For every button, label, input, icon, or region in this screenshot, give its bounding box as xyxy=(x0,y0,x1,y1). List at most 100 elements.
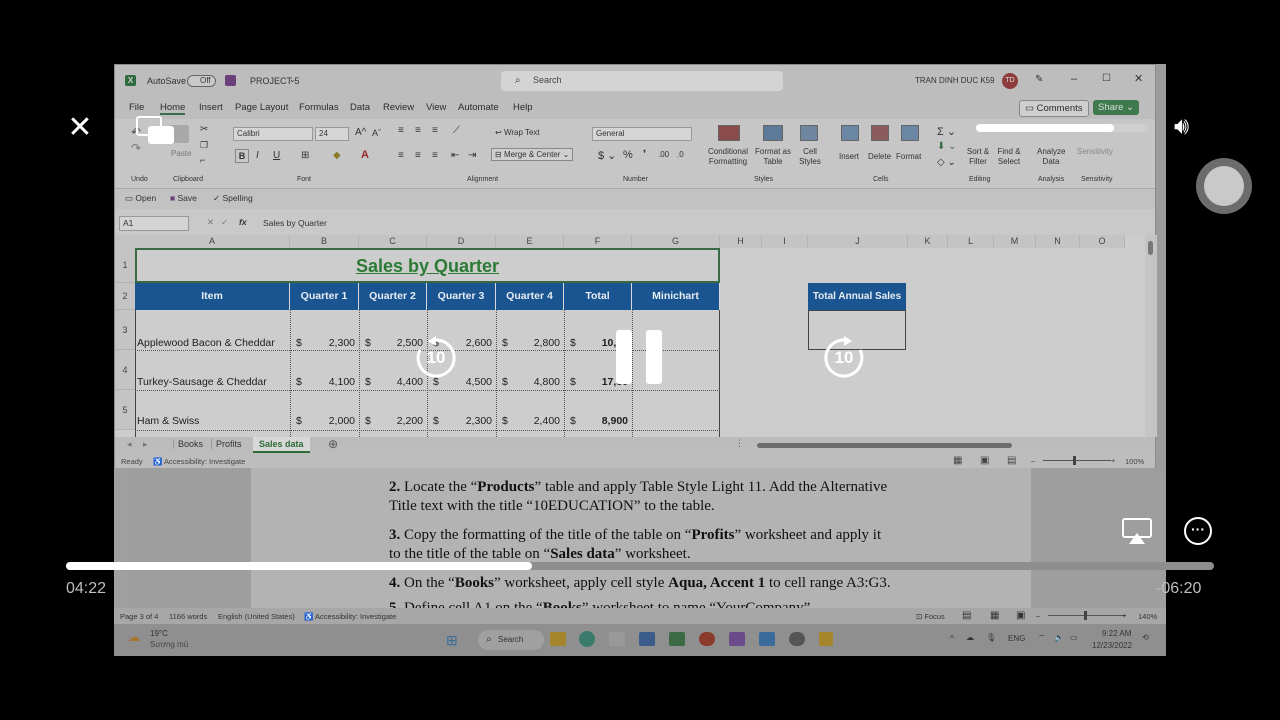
row-header-5[interactable]: 5 xyxy=(115,390,135,430)
picture-in-picture-icon[interactable] xyxy=(134,116,174,146)
col-header-g[interactable]: G xyxy=(632,235,720,248)
format-painter-icon[interactable]: ⌐ xyxy=(200,155,205,165)
decrease-indent-icon[interactable]: ⇤ xyxy=(451,150,459,161)
autosum-icon[interactable]: Σ ⌄ xyxy=(937,125,956,138)
tab-splitter-icon[interactable]: ⋮ xyxy=(735,438,744,449)
tab-home[interactable]: Home xyxy=(160,102,186,115)
close-icon[interactable]: ✕ xyxy=(66,113,94,143)
find-select-button[interactable]: Find & Select xyxy=(993,147,1025,167)
number-format-select[interactable]: General xyxy=(592,127,692,141)
align-center-icon[interactable]: ≡ xyxy=(415,150,421,161)
header-quarter-1[interactable]: Quarter 1 xyxy=(290,283,359,310)
tab-insert[interactable]: Insert xyxy=(199,102,223,113)
cell-e5[interactable]: 2,400 xyxy=(496,415,560,427)
cancel-icon[interactable]: ✕ xyxy=(207,217,214,228)
tab-view[interactable]: View xyxy=(426,102,446,113)
align-top-icon[interactable]: ≡ xyxy=(398,125,404,136)
header-quarter-4[interactable]: Quarter 4 xyxy=(496,283,564,310)
maximize-icon[interactable]: ☐ xyxy=(1102,73,1111,84)
zoom-out-icon[interactable]: – xyxy=(1031,456,1035,465)
row-header-2[interactable]: 2 xyxy=(115,283,135,310)
formula-input[interactable]: Sales by Quarter xyxy=(263,218,327,228)
airplay-button[interactable] xyxy=(1122,516,1152,546)
cell-b5[interactable]: 2,000 xyxy=(290,415,355,427)
volume-icon[interactable]: 🔊︎ xyxy=(1174,114,1189,140)
fill-icon[interactable]: ⬇ ⌄ xyxy=(937,141,957,152)
zoom-slider-handle[interactable] xyxy=(1073,456,1076,465)
tray-chevron-icon[interactable]: ^ xyxy=(950,634,954,643)
vertical-scroll-thumb[interactable] xyxy=(1148,241,1153,255)
add-sheet-icon[interactable]: ⊕ xyxy=(328,437,338,451)
excel-app-icon[interactable] xyxy=(669,632,685,646)
horizontal-scrollbar[interactable] xyxy=(749,441,1139,449)
tab-help[interactable]: Help xyxy=(513,102,533,113)
read-mode-icon[interactable]: ▤ xyxy=(962,610,971,621)
page-layout-view-icon[interactable]: ▣ xyxy=(980,455,989,466)
zoom-slider[interactable] xyxy=(1043,460,1111,461)
file-explorer-icon[interactable] xyxy=(550,632,566,646)
sheet-title-cell[interactable]: Sales by Quarter xyxy=(135,248,720,283)
taskbar-search[interactable]: ⌕ Search xyxy=(478,630,544,650)
name-box[interactable]: A1 xyxy=(119,216,189,231)
share-button[interactable]: Share ⌄ xyxy=(1093,100,1139,115)
col-header-c[interactable]: C xyxy=(359,235,427,248)
print-layout-icon[interactable]: ▦ xyxy=(990,610,999,621)
header-minichart[interactable]: Minichart xyxy=(632,283,720,310)
qat-save-button[interactable]: ■ Save xyxy=(170,193,197,203)
col-header-k[interactable]: K xyxy=(908,235,948,248)
tab-file[interactable]: File xyxy=(129,102,144,113)
skip-back-button[interactable]: 10 xyxy=(414,336,458,380)
vscode-icon[interactable] xyxy=(759,632,775,646)
col-header-f[interactable]: F xyxy=(564,235,632,248)
close-window-icon[interactable]: ✕ xyxy=(1134,72,1143,85)
fill-color-icon[interactable]: ◆ xyxy=(333,150,341,161)
onedrive-icon[interactable]: ☁ xyxy=(966,633,974,642)
word-zoom-slider-handle[interactable] xyxy=(1084,611,1087,620)
conditional-formatting-button[interactable]: Conditional Formatting xyxy=(703,147,753,167)
total-annual-sales-header[interactable]: Total Annual Sales xyxy=(808,283,906,310)
prev-sheet-icon[interactable]: ◂ xyxy=(127,439,132,450)
next-sheet-icon[interactable]: ▸ xyxy=(143,439,148,450)
horizontal-scroll-thumb[interactable] xyxy=(757,443,1012,448)
accessibility-status[interactable]: ♿ Accessibility: Investigate xyxy=(153,457,245,466)
cell-a4[interactable]: Turkey-Sausage & Cheddar xyxy=(137,376,267,388)
playback-progress-bar[interactable] xyxy=(66,562,1214,570)
word-zoom-slider[interactable] xyxy=(1048,615,1126,616)
page-count[interactable]: Page 3 of 4 xyxy=(120,612,158,621)
cell-f5[interactable]: 8,900 xyxy=(564,415,628,427)
zoom-level[interactable]: 100% xyxy=(1125,457,1144,466)
spelling-button[interactable]: ✓ Spelling xyxy=(213,193,253,204)
col-header-n[interactable]: N xyxy=(1036,235,1080,248)
word-count[interactable]: 1166 words xyxy=(169,612,207,621)
paste-label[interactable]: Paste xyxy=(171,149,191,158)
col-header-h[interactable]: H xyxy=(720,235,762,248)
focus-button[interactable]: ⊡ Focus xyxy=(916,612,945,621)
col-header-e[interactable]: E xyxy=(496,235,564,248)
start-icon[interactable]: ⊞ xyxy=(446,632,458,649)
avatar[interactable]: TD xyxy=(1002,73,1018,89)
store-icon[interactable] xyxy=(609,632,625,646)
word-zoom-in-icon[interactable]: + xyxy=(1122,611,1126,620)
mic-icon[interactable]: 🎙 xyxy=(986,633,996,642)
font-size-select[interactable]: 24 xyxy=(315,127,349,141)
font-color-icon[interactable]: A xyxy=(361,149,369,161)
currency-icon[interactable]: $ ⌄ xyxy=(598,149,616,162)
powerbi-icon[interactable] xyxy=(819,632,833,646)
align-left-icon[interactable]: ≡ xyxy=(398,150,404,161)
enter-icon[interactable]: ✓ xyxy=(221,217,228,228)
cell-b4[interactable]: 4,100 xyxy=(290,376,355,388)
weather-desc[interactable]: Sương mù xyxy=(150,640,188,649)
notifications-icon[interactable]: ⟲ xyxy=(1142,633,1149,642)
clear-icon[interactable]: ◇ ⌄ xyxy=(937,157,956,168)
autosave-toggle[interactable]: Off xyxy=(187,75,216,87)
shrink-font-icon[interactable]: Aˇ xyxy=(372,128,381,138)
volume-tray-icon[interactable]: 🔈 xyxy=(1054,633,1064,642)
zoom-in-icon[interactable]: + xyxy=(1111,456,1115,465)
col-header-j[interactable]: J xyxy=(808,235,908,248)
comments-button[interactable]: ▭ Comments xyxy=(1019,100,1089,117)
app-icon[interactable] xyxy=(729,632,745,646)
wrap-text-button[interactable]: ↩ Wrap Text xyxy=(495,128,540,137)
align-right-icon[interactable]: ≡ xyxy=(432,150,438,161)
word-zoom-out-icon[interactable]: – xyxy=(1036,611,1040,620)
word-accessibility-status[interactable]: ♿ Accessibility: Investigate xyxy=(304,612,396,621)
